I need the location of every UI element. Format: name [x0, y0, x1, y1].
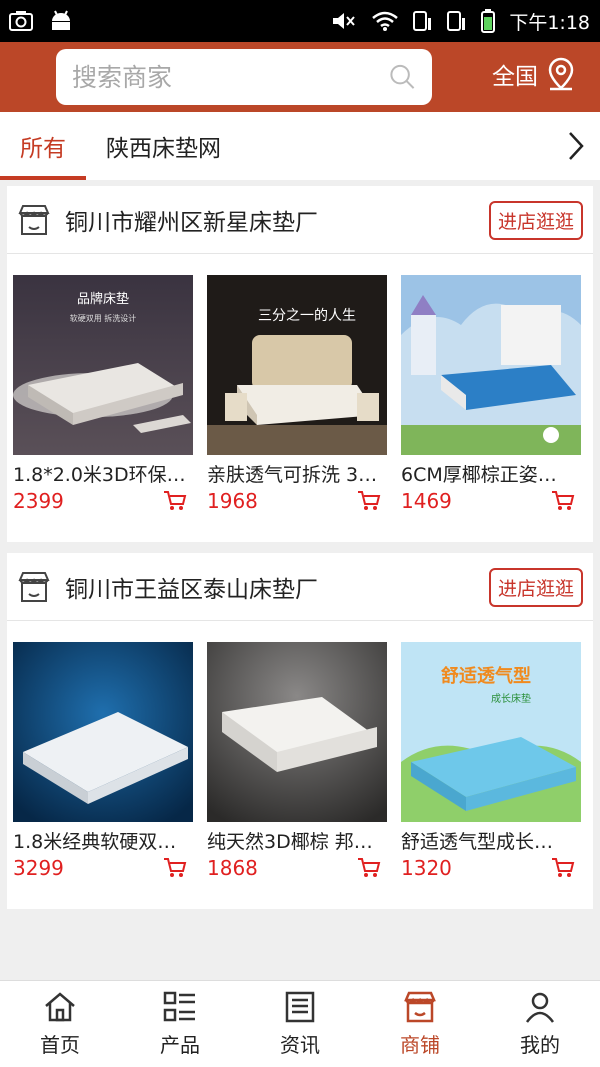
product-price: 2399 — [13, 489, 64, 513]
cart-icon[interactable] — [163, 490, 187, 512]
cart-icon[interactable] — [163, 857, 187, 879]
product-image-subtext: 软硬双用 拆洗设计 — [70, 313, 137, 323]
product-list: 品牌床垫 软硬双用 拆洗设计 1.8*2.0米3D环保… 2399 三分之一的人… — [7, 254, 593, 513]
product-card[interactable]: 1.8米经典软硬双… 3299 — [13, 642, 193, 880]
product-card[interactable]: 三分之一的人生 亲肤透气可拆洗 3… 1968 — [207, 275, 387, 513]
product-list: 1.8米经典软硬双… 3299 纯天然3D椰棕 邦… 1868 舒适透气型 成长… — [7, 621, 593, 880]
header: 全国 — [0, 42, 600, 112]
nav-label: 商铺 — [400, 1033, 440, 1057]
status-time: 下午1:18 — [509, 11, 590, 34]
product-image[interactable] — [401, 275, 581, 455]
nav-products[interactable]: 产品 — [120, 981, 240, 1067]
product-image[interactable]: 三分之一的人生 — [207, 275, 387, 455]
product-card[interactable]: 纯天然3D椰棕 邦… 1868 — [207, 642, 387, 880]
nav-news[interactable]: 资讯 — [240, 981, 360, 1067]
android-icon — [52, 10, 70, 30]
shop-card: 铜川市王益区泰山床垫厂 进店逛逛 1.8米经典软硬双… 3299 纯天然3D椰棕… — [7, 553, 593, 909]
enter-shop-button[interactable]: 进店逛逛 — [488, 201, 583, 240]
product-card[interactable]: 舒适透气型 成长床垫 舒适透气型成长… 1320 — [401, 642, 581, 880]
product-image[interactable] — [13, 642, 193, 822]
region-selector[interactable]: 全国 — [492, 57, 576, 91]
product-image-text: 品牌床垫 — [77, 291, 129, 307]
product-title[interactable]: 舒适透气型成长… — [401, 827, 581, 854]
shop-card: 铜川市耀州区新星床垫厂 进店逛逛 品牌床垫 软硬双用 拆洗设计 1.8*2.0米… — [7, 186, 593, 542]
region-label: 全国 — [492, 64, 538, 90]
product-card[interactable]: 品牌床垫 软硬双用 拆洗设计 1.8*2.0米3D环保… 2399 — [13, 275, 193, 513]
product-title[interactable]: 纯天然3D椰棕 邦… — [207, 827, 387, 854]
product-price: 1469 — [401, 489, 452, 513]
nav-home[interactable]: 首页 — [0, 981, 120, 1067]
nav-label: 产品 — [160, 1033, 200, 1057]
search-box[interactable] — [56, 49, 432, 105]
battery-icon — [481, 9, 496, 33]
enter-shop-button[interactable]: 进店逛逛 — [488, 568, 583, 607]
product-image[interactable]: 舒适透气型 成长床垫 — [401, 642, 581, 822]
product-price: 1968 — [207, 489, 258, 513]
product-image-text: 舒适透气型 — [441, 665, 531, 687]
product-title[interactable]: 1.8*2.0米3D环保… — [13, 460, 193, 487]
nav-label: 资讯 — [280, 1033, 320, 1057]
list-icon — [163, 991, 195, 1022]
shop-header[interactable]: 铜川市王益区泰山床垫厂 进店逛逛 — [7, 553, 593, 621]
cart-icon[interactable] — [551, 857, 575, 879]
tab-all[interactable]: 所有 — [0, 112, 86, 180]
product-image[interactable]: 品牌床垫 软硬双用 拆洗设计 — [13, 275, 193, 455]
product-title[interactable]: 亲肤透气可拆洗 3… — [207, 460, 387, 487]
tab-shaanxi-mattress[interactable]: 陕西床垫网 — [86, 112, 241, 180]
wifi-icon — [372, 11, 399, 31]
product-title[interactable]: 6CM厚椰棕正姿… — [401, 460, 581, 487]
signal-icon — [413, 11, 432, 31]
product-image-text: 三分之一的人生 — [258, 308, 356, 324]
product-price: 1320 — [401, 856, 452, 880]
screenshot-icon — [9, 11, 33, 31]
search-input[interactable] — [72, 62, 389, 92]
shop-name: 铜川市耀州区新星床垫厂 — [65, 209, 318, 236]
product-price: 3299 — [13, 856, 64, 880]
nav-label: 首页 — [40, 1033, 80, 1057]
bottom-nav: 首页 产品 资讯 商铺 我的 — [0, 980, 600, 1067]
mute-icon — [333, 13, 356, 29]
product-card[interactable]: 6CM厚椰棕正姿… 1469 — [401, 275, 581, 513]
shop-icon — [18, 571, 50, 602]
shop-icon — [18, 204, 50, 235]
location-pin-icon — [548, 57, 574, 91]
cart-icon[interactable] — [551, 490, 575, 512]
product-image-subtext: 成长床垫 — [491, 692, 531, 705]
signal-icon-2 — [447, 11, 466, 31]
chevron-right-icon[interactable] — [566, 130, 586, 162]
shop-name: 铜川市王益区泰山床垫厂 — [65, 576, 318, 603]
news-icon — [285, 991, 315, 1023]
user-icon — [525, 992, 555, 1023]
shop-header[interactable]: 铜川市耀州区新星床垫厂 进店逛逛 — [7, 186, 593, 254]
product-image[interactable] — [207, 642, 387, 822]
category-tabs: 所有 陕西床垫网 — [0, 112, 600, 180]
product-price: 1868 — [207, 856, 258, 880]
product-title[interactable]: 1.8米经典软硬双… — [13, 827, 193, 854]
shop-icon — [404, 991, 436, 1023]
status-bar: 下午1:18 — [0, 0, 600, 42]
search-icon[interactable] — [389, 60, 416, 94]
cart-icon[interactable] — [357, 857, 381, 879]
home-icon — [45, 992, 75, 1022]
cart-icon[interactable] — [357, 490, 381, 512]
nav-shops[interactable]: 商铺 — [360, 981, 480, 1067]
nav-label: 我的 — [520, 1033, 560, 1057]
nav-mine[interactable]: 我的 — [480, 981, 600, 1067]
